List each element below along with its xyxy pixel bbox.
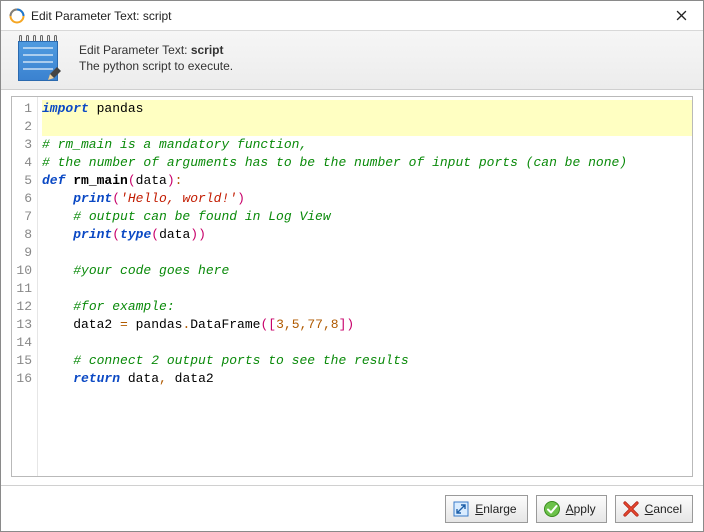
close-button[interactable]: [659, 1, 703, 31]
cancel-label: Cancel: [645, 502, 682, 516]
info-text: Edit Parameter Text: script The python s…: [79, 42, 233, 74]
app-icon: [9, 8, 25, 24]
info-line2: The python script to execute.: [79, 58, 233, 74]
check-icon: [543, 500, 561, 518]
code-area[interactable]: import pandas # rm_main is a mandatory f…: [38, 97, 692, 476]
info-line1-bold: script: [191, 43, 224, 57]
cancel-icon: [622, 500, 640, 518]
titlebar: Edit Parameter Text: script: [1, 1, 703, 31]
window-title: Edit Parameter Text: script: [31, 9, 659, 23]
pencil-icon: [45, 65, 63, 83]
enlarge-button[interactable]: Enlarge: [445, 495, 527, 523]
dialog-window: Edit Parameter Text: script Edit Paramet…: [0, 0, 704, 532]
apply-label: Apply: [566, 502, 596, 516]
enlarge-icon: [452, 500, 470, 518]
info-line1-prefix: Edit Parameter Text:: [79, 43, 191, 57]
button-row: Enlarge Apply Cancel: [1, 485, 703, 531]
apply-button[interactable]: Apply: [536, 495, 607, 523]
editor-container: 12345678910111213141516 import pandas # …: [1, 90, 703, 485]
info-strip: Edit Parameter Text: script The python s…: [1, 31, 703, 90]
notepad-icon: [15, 35, 61, 81]
cancel-button[interactable]: Cancel: [615, 495, 693, 523]
close-icon: [676, 10, 687, 21]
line-number-gutter: 12345678910111213141516: [12, 97, 38, 476]
code-editor[interactable]: 12345678910111213141516 import pandas # …: [11, 96, 693, 477]
enlarge-label: Enlarge: [475, 502, 516, 516]
